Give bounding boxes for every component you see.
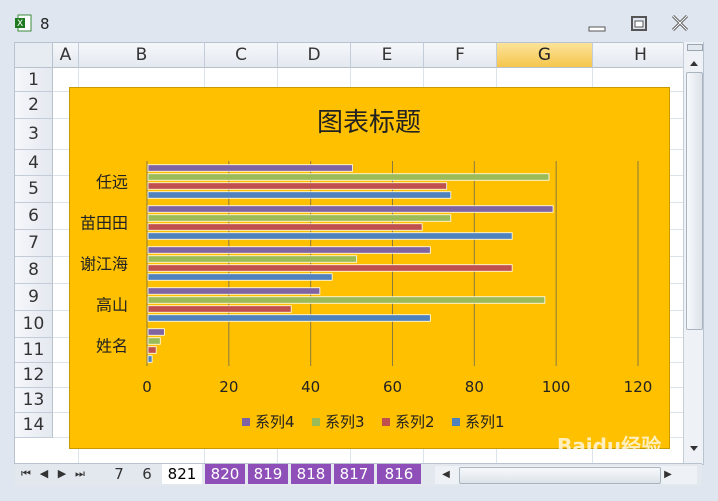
close-icon[interactable] bbox=[666, 12, 694, 36]
row-header-14[interactable]: 14 bbox=[15, 413, 53, 438]
column-header-D[interactable]: D bbox=[278, 43, 351, 68]
bar-系列1 bbox=[147, 355, 153, 363]
legend-swatch bbox=[382, 418, 390, 426]
bar-系列4 bbox=[147, 164, 353, 172]
category-label: 苗田田 bbox=[80, 214, 128, 233]
legend-swatch bbox=[242, 418, 250, 426]
bar-系列3 bbox=[147, 337, 161, 345]
column-header-G[interactable]: G bbox=[497, 43, 593, 68]
split-handle[interactable] bbox=[687, 44, 703, 51]
row-header-2[interactable]: 2 bbox=[15, 92, 53, 119]
last-sheet-icon[interactable]: ⏭ bbox=[74, 468, 86, 480]
bar-系列3 bbox=[147, 173, 550, 181]
sheet-tab-6[interactable]: 6 bbox=[135, 464, 159, 484]
bar-系列1 bbox=[147, 273, 333, 281]
column-header-E[interactable]: E bbox=[351, 43, 424, 68]
x-tick-label: 60 bbox=[383, 378, 402, 396]
row-header-10[interactable]: 10 bbox=[15, 311, 53, 338]
watermark: Baidu经验 bbox=[557, 434, 662, 458]
bar-系列1 bbox=[147, 191, 452, 199]
row-header-11[interactable]: 11 bbox=[15, 338, 53, 363]
row-header-5[interactable]: 5 bbox=[15, 176, 53, 203]
window-title: 8 bbox=[40, 15, 50, 33]
scroll-up-icon[interactable] bbox=[686, 56, 702, 72]
x-tick-label: 100 bbox=[542, 378, 571, 396]
sheet-tab-821[interactable]: 821 bbox=[162, 464, 202, 484]
category-label: 高山 bbox=[96, 296, 128, 315]
legend-label: 系列2 bbox=[395, 413, 435, 431]
excel-icon: X bbox=[15, 14, 32, 32]
legend-label: 系列4 bbox=[255, 413, 295, 431]
horizontal-scroll-thumb[interactable] bbox=[459, 467, 661, 484]
bar-系列2 bbox=[147, 264, 513, 272]
minimize-icon[interactable] bbox=[583, 12, 611, 36]
bar-系列2 bbox=[147, 223, 423, 231]
vertical-scroll-thumb[interactable] bbox=[686, 72, 703, 330]
row-header-3[interactable]: 3 bbox=[15, 119, 53, 150]
svg-text:X: X bbox=[17, 19, 23, 29]
category-label: 谢江海 bbox=[80, 255, 128, 274]
x-tick-label: 20 bbox=[219, 378, 238, 396]
row-header-8[interactable]: 8 bbox=[15, 257, 53, 284]
bar-系列2 bbox=[147, 305, 292, 313]
legend-label: 系列3 bbox=[325, 413, 365, 431]
bar-chart[interactable]: 图表标题 0 20 40 60 80 100 120 姓名 高山 谢江海 苗田田 任远系列4 系列3 系列2… bbox=[69, 87, 670, 449]
scroll-right-icon[interactable]: ▶ bbox=[661, 468, 675, 482]
chart-title: 图表标题 bbox=[317, 108, 421, 138]
sheet-tab-820[interactable]: 820 bbox=[205, 464, 245, 484]
vertical-scrollbar[interactable] bbox=[683, 42, 703, 463]
scroll-left-icon[interactable]: ◀ bbox=[439, 468, 453, 482]
title-bar: X 8 bbox=[0, 0, 718, 38]
next-sheet-icon[interactable]: ▶ bbox=[56, 468, 68, 480]
row-header-7[interactable]: 7 bbox=[15, 230, 53, 257]
sheet-tab-bar: ⏮ ◀ ▶ ⏭ 7 6 821 820 819 818 817 816 ◀ ▶ bbox=[14, 463, 702, 486]
column-header-A[interactable]: A bbox=[53, 43, 79, 68]
column-header-H[interactable]: H bbox=[593, 43, 689, 68]
sheet-tab-7[interactable]: 7 bbox=[106, 464, 132, 484]
bar-系列3 bbox=[147, 296, 546, 304]
sheet-tab-816[interactable]: 816 bbox=[377, 464, 421, 484]
row-header-4[interactable]: 4 bbox=[15, 150, 53, 176]
x-tick-label: 0 bbox=[142, 378, 152, 396]
category-label: 任远 bbox=[96, 173, 128, 192]
first-sheet-icon[interactable]: ⏮ bbox=[20, 468, 32, 480]
bar-系列4 bbox=[147, 205, 554, 213]
maximize-icon[interactable] bbox=[625, 12, 653, 36]
row-header-12[interactable]: 12 bbox=[15, 363, 53, 388]
bar-系列4 bbox=[147, 287, 321, 295]
row-header-6[interactable]: 6 bbox=[15, 203, 53, 230]
row-header-9[interactable]: 9 bbox=[15, 284, 53, 311]
row-header-1[interactable]: 1 bbox=[15, 68, 53, 92]
scroll-down-icon[interactable] bbox=[686, 440, 702, 456]
legend-swatch bbox=[312, 418, 320, 426]
sheet-tab-817[interactable]: 817 bbox=[334, 464, 374, 484]
bar-系列4 bbox=[147, 328, 165, 336]
column-header-B[interactable]: B bbox=[79, 43, 205, 68]
legend-swatch bbox=[452, 418, 460, 426]
horizontal-scrollbar[interactable]: ◀ ▶ bbox=[435, 466, 697, 484]
x-tick-label: 40 bbox=[301, 378, 320, 396]
sheet-tab-818[interactable]: 818 bbox=[291, 464, 331, 484]
row-header-13[interactable]: 13 bbox=[15, 388, 53, 413]
bar-系列4 bbox=[147, 246, 431, 254]
sheet-tab-819[interactable]: 819 bbox=[248, 464, 288, 484]
bar-系列2 bbox=[147, 346, 157, 354]
column-header-F[interactable]: F bbox=[424, 43, 497, 68]
bar-系列1 bbox=[147, 232, 513, 240]
select-all-corner[interactable] bbox=[15, 43, 53, 68]
prev-sheet-icon[interactable]: ◀ bbox=[38, 468, 50, 480]
bar-系列1 bbox=[147, 314, 431, 322]
chart-canvas: 图表标题 0 20 40 60 80 100 120 姓名 高山 谢江海 苗田田 任远系列4 系列3 系列2… bbox=[80, 108, 653, 431]
legend-label: 系列1 bbox=[465, 413, 505, 431]
bar-系列3 bbox=[147, 214, 452, 222]
column-header-C[interactable]: C bbox=[205, 43, 278, 68]
x-tick-label: 80 bbox=[465, 378, 484, 396]
category-label: 姓名 bbox=[96, 337, 128, 356]
bar-系列3 bbox=[147, 255, 358, 263]
excel-window: X 8 ABCDEFGH 1 2 3 4 5 6 7 8 9 10 11 12 13 14 图表标题 0 20… bbox=[0, 0, 718, 501]
bar-系列2 bbox=[147, 182, 448, 190]
x-tick-label: 120 bbox=[624, 378, 653, 396]
